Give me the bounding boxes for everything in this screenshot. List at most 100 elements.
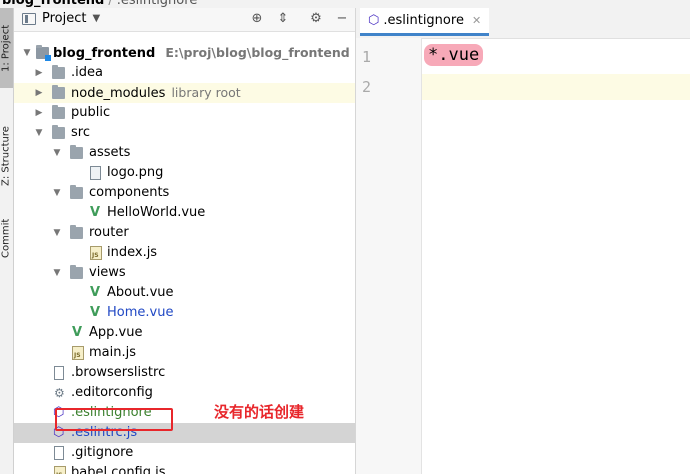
hide-panel-icon[interactable]: −	[334, 11, 350, 27]
expand-arrow-icon[interactable]: ▶	[34, 63, 44, 83]
project-tool-tab[interactable]: 1: Project	[0, 8, 13, 88]
tree-item-label: views	[89, 265, 126, 280]
image-file-icon	[90, 166, 101, 180]
tree-item-label: router	[89, 225, 129, 240]
git-file-icon	[54, 446, 64, 460]
tree-item-label: Home.vue	[107, 305, 174, 320]
project-panel: Project ▼ ⊕ ⇕ ⚙ − ▼ blog_frontend E:\proj…	[14, 8, 356, 474]
tree-item-home-vue[interactable]: V Home.vue	[14, 303, 355, 323]
vue-icon: V	[90, 205, 101, 220]
text-file-icon	[54, 366, 64, 380]
folder-icon	[52, 105, 65, 119]
tree-item-label: App.vue	[89, 325, 143, 340]
line-number: 1	[362, 48, 372, 66]
commit-tool-tab[interactable]: Commit	[0, 208, 13, 268]
tree-item-src[interactable]: ▼ src	[14, 123, 355, 143]
vue-icon: V	[72, 325, 83, 340]
tree-item-gitignore[interactable]: .gitignore	[14, 443, 355, 463]
tree-item-sublabel: library root	[171, 85, 241, 100]
tree-item-label: blog_frontend E:\proj\blog\blog_frontend	[53, 43, 350, 64]
expand-arrow-icon[interactable]: ▶	[34, 83, 44, 103]
tree-item-router[interactable]: ▼ router	[14, 223, 355, 243]
tree-item-blog-frontend[interactable]: ▼ blog_frontend E:\proj\blog\blog_fronten…	[14, 43, 355, 63]
highlight-box	[55, 408, 173, 431]
tree-item-app-vue[interactable]: V App.vue	[14, 323, 355, 343]
tree-item-index-js[interactable]: JS index.js	[14, 243, 355, 263]
editor-tab-label: .eslintignore	[383, 13, 464, 28]
tree-item-label: HelloWorld.vue	[107, 205, 206, 220]
js-file-icon: JS	[54, 466, 66, 474]
tree-item-browserslistrc[interactable]: .browserslistrc	[14, 363, 355, 383]
tree-item-label: .editorconfig	[71, 385, 153, 400]
project-tool-tab-label: 1: Project	[0, 24, 12, 72]
tree-item-about-vue[interactable]: V About.vue	[14, 283, 355, 303]
project-panel-icon	[22, 12, 36, 25]
editor-area: ⬡ .eslintignore ✕ 1 2 *.vue	[356, 8, 690, 474]
tree-item-idea[interactable]: ▶ .idea	[14, 63, 355, 83]
tree-item-label: node_modules library root	[71, 83, 241, 104]
gear-icon[interactable]: ⚙	[308, 11, 324, 27]
expand-arrow-icon[interactable]: ▼	[52, 223, 62, 243]
folder-icon	[70, 145, 83, 159]
line-number: 2	[362, 78, 372, 96]
tree-item-label-text: blog_frontend	[53, 46, 156, 61]
folder-icon	[52, 85, 65, 99]
project-panel-title: Project	[42, 11, 87, 26]
js-file-icon: JS	[90, 246, 102, 260]
folder-icon	[70, 265, 83, 279]
folder-icon	[52, 125, 65, 139]
breadcrumb: blog_frontend / .eslintignore	[0, 0, 690, 8]
close-icon[interactable]: ✕	[472, 14, 481, 27]
tree-item-label: src	[71, 125, 90, 140]
tree-item-label: babel.config.js	[71, 465, 166, 474]
expand-arrow-icon[interactable]: ▼	[52, 143, 62, 163]
tree-item-editorconfig[interactable]: ⚙ .editorconfig	[14, 383, 355, 403]
expand-arrow-icon[interactable]: ▼	[22, 43, 32, 63]
project-view-selector[interactable]: Project ▼	[22, 11, 100, 26]
tree-item-assets[interactable]: ▼ assets	[14, 143, 355, 163]
js-file-icon: JS	[72, 346, 84, 360]
line-number-gutter: 1 2	[356, 38, 422, 474]
tree-item-label-text: node_modules	[71, 86, 166, 101]
tree-item-helloworld-vue[interactable]: V HelloWorld.vue	[14, 203, 355, 223]
expand-arrow-icon[interactable]: ▼	[52, 183, 62, 203]
tree-item-main-js[interactable]: JS main.js	[14, 343, 355, 363]
module-folder-icon	[36, 45, 51, 61]
folder-icon	[70, 225, 83, 239]
tree-item-views[interactable]: ▼ views	[14, 263, 355, 283]
tree-item-label: .gitignore	[71, 445, 134, 460]
breadcrumb-file[interactable]: .eslintignore	[117, 0, 198, 8]
breadcrumb-project[interactable]: blog_frontend	[2, 0, 104, 8]
commit-tool-tab-label: Commit	[0, 218, 12, 258]
project-panel-header: Project ▼ ⊕ ⇕ ⚙ −	[14, 8, 355, 32]
annotation-note: 没有的话创建	[214, 403, 305, 421]
structure-tool-tab[interactable]: Z: Structure	[0, 116, 13, 196]
tree-item-label: assets	[89, 145, 131, 160]
editor-tab-eslintignore[interactable]: ⬡ .eslintignore ✕	[360, 8, 490, 36]
expand-arrow-icon[interactable]: ▼	[52, 263, 62, 283]
tree-item-public[interactable]: ▶ public	[14, 103, 355, 123]
locate-file-icon[interactable]: ⊕	[249, 11, 265, 27]
expand-arrow-icon[interactable]: ▼	[34, 123, 44, 143]
vue-icon: V	[90, 285, 101, 300]
tree-item-node-modules[interactable]: ▶ node_modules library root	[14, 83, 355, 103]
tree-item-label: index.js	[107, 245, 158, 260]
tree-item-label: About.vue	[107, 285, 174, 300]
expand-arrow-icon[interactable]: ▶	[34, 103, 44, 123]
folder-icon	[52, 65, 65, 79]
tree-item-label: .idea	[71, 65, 103, 80]
tool-window-stripe: 1: Project Z: Structure Commit	[0, 8, 14, 474]
gear-icon: ⚙	[54, 386, 65, 400]
tree-item-label: public	[71, 105, 111, 120]
tree-item-babel-config-js[interactable]: JS babel.config.js	[14, 463, 355, 474]
chevron-down-icon: ▼	[92, 13, 101, 24]
current-line-highlight	[422, 74, 690, 100]
eslint-icon: ⬡	[368, 13, 380, 28]
tree-item-label: components	[89, 185, 170, 200]
tree-item-label: .browserslistrc	[71, 365, 166, 380]
structure-tool-tab-label: Z: Structure	[0, 126, 12, 186]
tree-item-logo-png[interactable]: logo.png	[14, 163, 355, 183]
collapse-all-icon[interactable]: ⇕	[275, 11, 291, 27]
tree-item-components[interactable]: ▼ components	[14, 183, 355, 203]
code-line[interactable]: *.vue	[424, 44, 484, 66]
